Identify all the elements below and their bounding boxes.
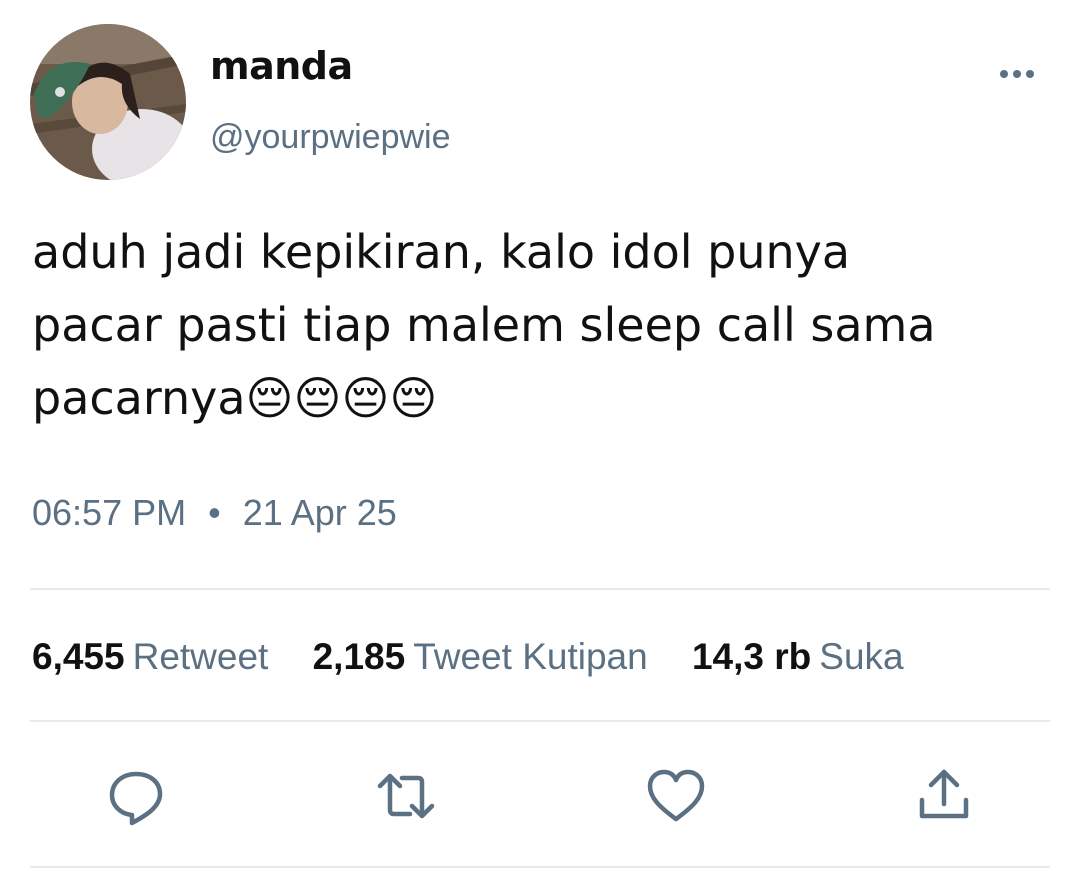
tweet-stats: 6,455 Retweet 2,185 Tweet Kutipan 14,3 rb S… (32, 636, 938, 678)
retweet-button[interactable] (376, 766, 436, 826)
more-options-icon[interactable] (996, 58, 1038, 92)
likes-label: Suka (819, 636, 904, 677)
share-icon (919, 769, 969, 819)
tweet-date[interactable]: 21 Apr 25 (243, 492, 397, 533)
likes-stat[interactable]: 14,3 rb Suka (692, 636, 904, 678)
retweets-count: 6,455 (32, 636, 125, 677)
user-handle[interactable]: @yourpwiepwie (210, 118, 451, 157)
quotes-stat[interactable]: 2,185 Tweet Kutipan (313, 636, 648, 678)
likes-count: 14,3 rb (691, 636, 812, 677)
share-button[interactable] (914, 766, 974, 826)
like-icon (647, 769, 705, 822)
display-name[interactable]: manda (210, 44, 353, 88)
avatar-image (30, 24, 186, 180)
like-button[interactable] (646, 766, 706, 826)
quotes-count: 2,185 (312, 636, 406, 677)
tweet-time[interactable]: 06:57 PM (32, 492, 186, 533)
meta-separator: • (208, 492, 221, 533)
avatar[interactable] (30, 24, 186, 180)
reply-icon (109, 771, 163, 826)
dot (1000, 70, 1008, 78)
quotes-label: Tweet Kutipan (413, 636, 648, 677)
divider (30, 866, 1050, 868)
retweet-icon (377, 773, 435, 819)
tweet-meta: 06:57 PM • 21 Apr 25 (32, 492, 397, 534)
retweets-label: Retweet (132, 636, 269, 677)
dot (1013, 70, 1021, 78)
divider (30, 588, 1050, 590)
retweets-stat[interactable]: 6,455 Retweet (32, 636, 268, 678)
tweet-text: aduh jadi kepikiran, kalo idol punya pac… (32, 225, 936, 425)
dot (1026, 70, 1034, 78)
divider (30, 720, 1050, 722)
reply-button[interactable] (106, 766, 166, 826)
